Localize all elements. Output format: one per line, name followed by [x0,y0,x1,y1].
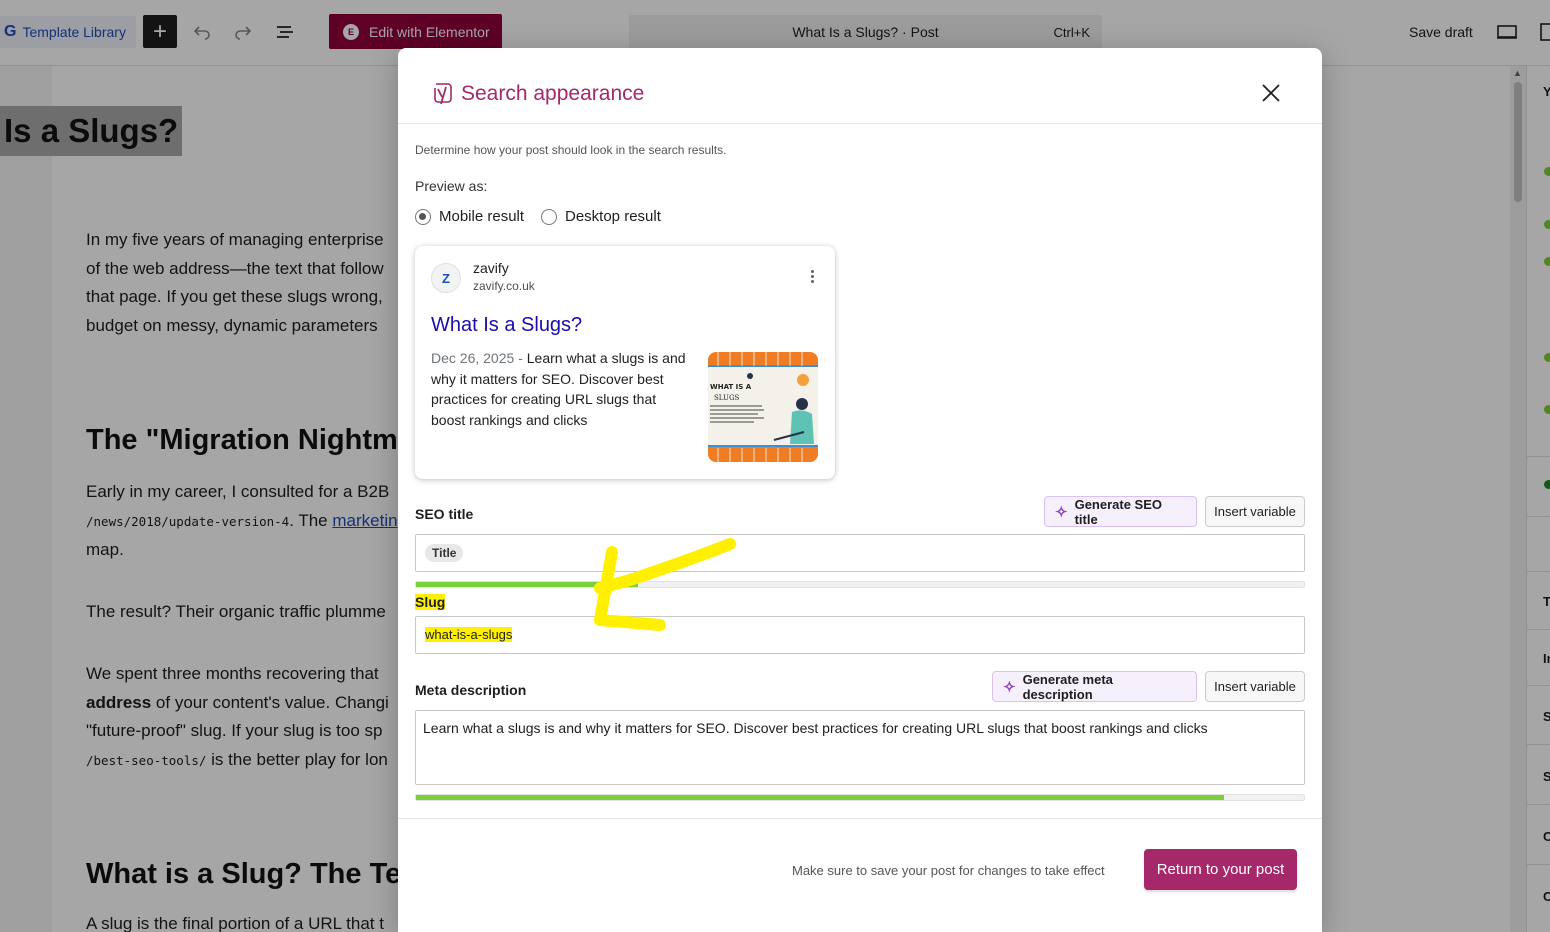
slug-label: Slug [415,594,446,610]
generate-seo-title-button[interactable]: ✧ Generate SEO title [1044,496,1197,527]
serp-date: Dec 26, 2025 [431,350,515,366]
sparkle-icon: ✧ [1003,678,1016,696]
meta-description-input[interactable]: Learn what a slugs is and why it matters… [415,710,1305,785]
modal-footer: Make sure to save your post for changes … [398,818,1322,932]
insert-variable-button[interactable]: Insert variable [1205,671,1305,702]
serp-site-name: zavify [473,260,509,276]
seo-title-label: SEO title [415,506,474,522]
slug-value: what-is-a-slugs [425,627,513,642]
meta-description-value: Learn what a slugs is and why it matters… [423,720,1208,736]
desktop-result-radio[interactable]: Desktop result [541,208,661,225]
serp-separator: - [514,350,527,366]
generate-seo-title-label: Generate SEO title [1074,496,1163,527]
seo-title-input[interactable]: Title [415,534,1305,572]
generate-meta-description-button[interactable]: ✧ Generate meta description [992,671,1197,702]
radio-unchecked[interactable] [541,208,557,225]
meta-description-progress [415,794,1305,801]
yoast-logo-icon [434,83,452,105]
title-variable-pill[interactable]: Title [425,544,464,562]
radio-checked[interactable] [415,208,431,225]
serp-preview-card: Z zavify zavify.co.uk What Is a Slugs? D… [415,246,835,479]
slug-input[interactable]: what-is-a-slugs [415,616,1305,654]
save-reminder: Make sure to save your post for changes … [792,863,1105,878]
seo-title-progress [415,581,1305,588]
kebab-menu-icon [811,270,815,286]
serp-site-url: zavify.co.uk [473,279,535,293]
modal-title: Search appearance [461,82,645,105]
serp-thumbnail-image: WHAT IS A SLUGS [708,352,818,462]
meta-description-label: Meta description [415,682,527,698]
mobile-result-label: Mobile result [439,208,525,225]
thumb-text-slugs: SLUGS [714,394,740,402]
close-icon[interactable] [1260,82,1282,104]
mobile-result-radio[interactable]: Mobile result [415,208,524,225]
return-to-post-button[interactable]: Return to your post [1144,849,1297,890]
serp-description: Dec 26, 2025 - Learn what a slugs is and… [431,348,687,430]
modal-intro: Determine how your post should look in t… [415,143,727,157]
search-appearance-modal: Search appearance Determine how your pos… [398,48,1322,932]
insert-variable-button[interactable]: Insert variable [1205,496,1305,527]
sparkle-icon: ✧ [1055,503,1068,521]
generate-meta-description-label: Generate meta description [1022,671,1113,702]
serp-title: What Is a Slugs? [431,314,583,336]
modal-header: Search appearance [398,48,1322,124]
thumb-text-what: WHAT IS A [710,383,752,391]
preview-as-label: Preview as: [415,178,488,194]
seo-title-progress-fill [416,582,638,587]
site-favicon-icon: Z [431,263,461,293]
desktop-result-label: Desktop result [565,208,661,225]
slug-label-text: Slug [415,594,446,610]
meta-description-progress-fill [416,795,1225,800]
